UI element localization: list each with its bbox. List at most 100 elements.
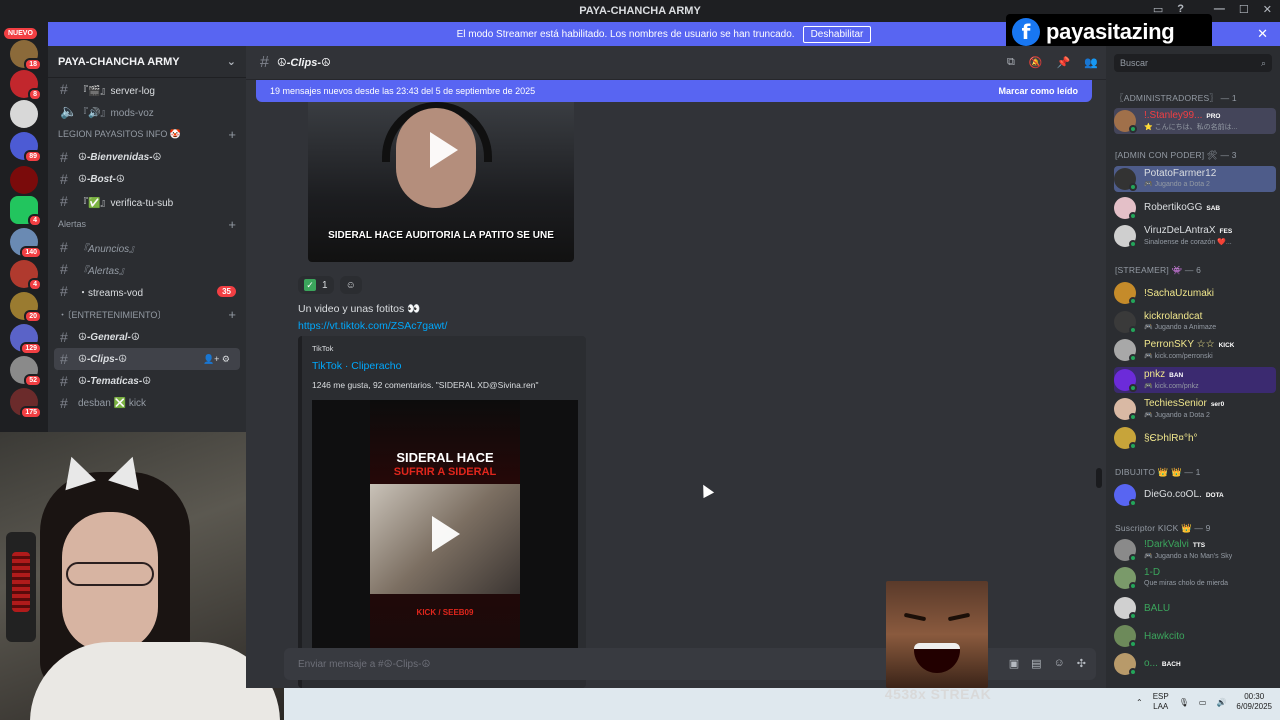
member-name: !.Stanley99...: [1144, 109, 1203, 121]
embed-thumbnail[interactable]: SIDERAL HACE SUFRIR A SIDERAL KICK / SEE…: [312, 400, 578, 650]
server-icon[interactable]: 4: [10, 196, 42, 227]
status-online-icon: [1129, 183, 1137, 191]
channel-item[interactable]: # ☮-Bost-☮: [48, 168, 246, 190]
status-online-icon: [1129, 125, 1137, 133]
member-item[interactable]: BALU: [1114, 595, 1276, 621]
channel-item[interactable]: # desban ❎ kick: [48, 392, 246, 414]
members-icon[interactable]: 👥: [1084, 56, 1098, 69]
guild-header[interactable]: PAYA-CHANCHA ARMY ⌄: [48, 46, 246, 78]
reaction-check[interactable]: ✓ 1: [298, 276, 334, 294]
channel-item[interactable]: # ・streams-vod 35: [48, 280, 246, 302]
search-input[interactable]: Buscar ⌕: [1114, 54, 1272, 72]
gif-icon[interactable]: ▣: [1009, 657, 1019, 670]
member-item[interactable]: kickrolandcat 🎮 Jugando a Animaze: [1114, 309, 1276, 335]
member-item[interactable]: ViruzDeLAntraX FES Sinaloense de corazón ❤…: [1114, 223, 1276, 249]
mark-read-button[interactable]: Marcar como leído: [998, 86, 1078, 96]
hash-icon: #: [60, 171, 68, 187]
channel-item[interactable]: # ☮-Bienvenidas-☮: [48, 146, 246, 168]
member-item[interactable]: §ЄÞhlR¤°h°: [1114, 425, 1276, 451]
add-channel-icon[interactable]: +: [228, 127, 236, 142]
category-header[interactable]: LEGION PAYASITOS INFO 🤡 +: [48, 122, 246, 146]
server-icon[interactable]: 20: [10, 292, 42, 323]
chevron-up-icon[interactable]: ⌃: [1136, 698, 1143, 707]
server-icon[interactable]: 52: [10, 356, 42, 387]
category-header[interactable]: ・〔ENTRETENIMIENTO〕 +: [48, 302, 246, 326]
channel-item[interactable]: 🔈 『🔊』mods-voz: [48, 100, 246, 122]
channel-item[interactable]: # 『✅』verifica-tu-sub: [48, 190, 246, 212]
pin-icon[interactable]: 📌: [1057, 56, 1071, 69]
server-icon[interactable]: 4: [10, 260, 42, 291]
avatar: [1114, 339, 1137, 362]
server-icon[interactable]: [10, 166, 38, 194]
new-messages-bar[interactable]: 19 mensajes nuevos desde las 23:43 del 5…: [256, 80, 1092, 102]
add-channel-icon[interactable]: +: [228, 307, 236, 322]
channel-item[interactable]: # ☮-General-☮: [48, 326, 246, 348]
member-name: ViruzDeLAntraX: [1144, 224, 1216, 236]
disable-streamer-button[interactable]: Deshabilitar: [802, 25, 872, 43]
mute-icon[interactable]: 🔕: [1029, 56, 1043, 69]
channel-settings-icon[interactable]: 👤+ ⚙: [203, 354, 230, 365]
play-icon[interactable]: [430, 132, 458, 168]
threads-icon[interactable]: ⧉: [1007, 56, 1015, 69]
video-embed[interactable]: SIDERAL HACE AUDITORIA LA PATITO SE UNE: [308, 102, 574, 262]
member-item[interactable]: !DarkValvi TTS 🎮 Jugando a No Man's Sky: [1114, 537, 1276, 563]
member-activity: ⭐ こんにちは、私の名前は...: [1144, 123, 1238, 131]
apps-icon[interactable]: ✣: [1077, 657, 1086, 670]
embed-title[interactable]: TikTok · Cliperacho: [312, 360, 401, 372]
member-item[interactable]: PerronSKY ☆☆ KICK 🎮 kick.com/perronski: [1114, 337, 1276, 363]
member-item[interactable]: DieGo.coOL. DOTA: [1114, 482, 1276, 508]
member-item[interactable]: PotatoFarmer12 🎮 Jugando a Dota 2: [1114, 166, 1276, 192]
member-item[interactable]: o... BACH: [1114, 651, 1276, 677]
mic-icon[interactable]: 🎙: [1179, 698, 1189, 707]
hash-icon: #: [60, 149, 68, 165]
member-name: RobertikoGG: [1144, 202, 1203, 213]
server-icon[interactable]: [10, 100, 38, 128]
avatar: [1114, 282, 1137, 305]
close-window-icon[interactable]: ✕: [1263, 3, 1272, 16]
message-text: Un video y unas fotitos 👀: [298, 303, 421, 315]
add-reaction-button[interactable]: ☺: [339, 276, 362, 294]
play-icon[interactable]: [432, 516, 460, 552]
category-header[interactable]: Alertas +: [48, 212, 246, 236]
sticker-icon[interactable]: ▤: [1031, 657, 1041, 670]
hash-icon: #: [60, 193, 68, 209]
avatar: [1114, 225, 1137, 248]
language-indicator[interactable]: ESP LAA: [1153, 692, 1169, 712]
member-item[interactable]: TechiesSenior ser0 🎮 Jugando a Dota 2: [1114, 396, 1276, 422]
server-icon[interactable]: 18: [10, 40, 42, 71]
member-item[interactable]: pnkz BAN 🎮 kick.com/pnkz: [1114, 367, 1276, 393]
emoji-icon[interactable]: ☺: [1054, 657, 1065, 670]
chevron-down-icon[interactable]: ⌄: [227, 55, 236, 68]
channel-item[interactable]: # ☮-Tematicas-☮: [48, 370, 246, 392]
server-icon[interactable]: 129: [10, 324, 42, 355]
server-icon[interactable]: 175: [10, 388, 42, 419]
message-link[interactable]: https://vt.tiktok.com/ZSAc7gawt/: [298, 320, 447, 332]
close-banner-icon[interactable]: ✕: [1257, 26, 1268, 42]
clock[interactable]: 00:30 6/09/2025: [1236, 692, 1272, 712]
link-embed: TikTok TikTok · Cliperacho 1246 me gusta…: [298, 336, 586, 688]
avatar: [1114, 539, 1137, 562]
volume-icon[interactable]: 🔊: [1216, 698, 1226, 707]
server-icon[interactable]: 89: [10, 132, 42, 163]
monitor-icon[interactable]: ▭: [1199, 698, 1207, 707]
add-channel-icon[interactable]: +: [228, 217, 236, 232]
member-name: BALU: [1144, 602, 1171, 614]
chat-scrollbar[interactable]: [1096, 468, 1102, 488]
member-tag: ser0: [1210, 400, 1225, 408]
channel-item[interactable]: # 『🎬』server-log: [48, 78, 246, 100]
member-item[interactable]: !SachaUzumaki: [1114, 280, 1276, 306]
member-item[interactable]: !.Stanley99... PRO ⭐ こんにちは、私の名前は...: [1114, 108, 1276, 134]
channel-item[interactable]: # 『Alertas』: [48, 258, 246, 280]
server-icon[interactable]: 8: [10, 70, 42, 101]
minimize-icon[interactable]: —: [1214, 3, 1225, 16]
member-item[interactable]: Hawkcito: [1114, 623, 1276, 649]
maximize-icon[interactable]: ☐: [1239, 3, 1249, 16]
member-item[interactable]: RobertikoGG SAB: [1114, 195, 1276, 221]
member-tag: FES: [1219, 227, 1233, 235]
channel-item-active[interactable]: # ☮-Clips-☮ 👤+ ⚙: [54, 348, 240, 370]
status-online-icon: [1129, 326, 1137, 334]
server-icon[interactable]: 140: [10, 228, 42, 259]
member-item[interactable]: 1-D Que miras cholo de mierda: [1114, 565, 1276, 591]
meme-face-overlay: [886, 581, 988, 688]
channel-item[interactable]: # 『Anuncios』: [48, 236, 246, 258]
